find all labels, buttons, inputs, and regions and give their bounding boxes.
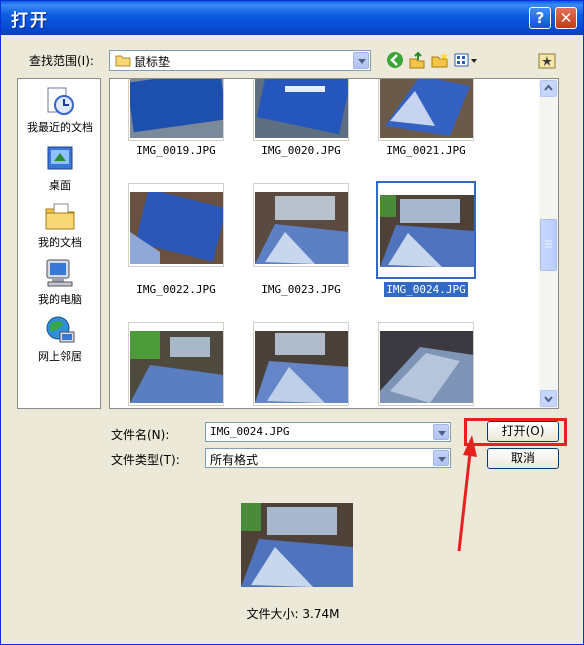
view-menu-icon[interactable] (454, 51, 480, 69)
filetype-combo[interactable]: 所有格式 (205, 448, 451, 468)
up-folder-icon[interactable] (408, 51, 426, 69)
vertical-scrollbar[interactable] (539, 79, 558, 408)
look-in-label: 查找范围(I): (29, 54, 94, 68)
new-folder-icon[interactable] (431, 51, 449, 69)
file-thumbnail[interactable] (253, 79, 349, 141)
folder-icon (115, 55, 131, 67)
network-places-icon (46, 316, 75, 343)
file-name[interactable]: IMG_0019.JPG (114, 144, 238, 157)
place-desktop[interactable]: 桌面 (18, 143, 102, 193)
file-name[interactable]: IMG_0020.JPG (239, 144, 363, 157)
file-thumbnail-selected[interactable] (376, 181, 476, 279)
look-in-value: 鼠标垫 (134, 55, 171, 69)
file-list-view[interactable]: IMG_0019.JPG IMG_0020.JPG IMG_0021.JPG I… (109, 78, 559, 409)
filename-combo[interactable]: IMG_0024.JPG (205, 422, 451, 442)
close-button[interactable]: ✕ (555, 7, 577, 29)
file-thumbnail[interactable] (378, 322, 474, 406)
place-label: 我的电脑 (38, 293, 82, 306)
my-computer-icon (46, 259, 73, 287)
look-in-combo[interactable]: 鼠标垫 (109, 50, 371, 71)
place-label: 我最近的文档 (27, 121, 93, 134)
file-thumbnail[interactable] (128, 79, 224, 141)
place-label: 我的文档 (38, 236, 82, 249)
scrollbar-thumb[interactable] (540, 219, 557, 271)
place-network-places[interactable]: 网上邻居 (18, 314, 102, 364)
file-thumbnail[interactable] (253, 183, 349, 267)
file-thumbnail[interactable] (378, 79, 474, 141)
file-name-selected[interactable]: IMG_0024.JPG (364, 282, 488, 297)
file-thumbnail[interactable] (253, 322, 349, 406)
scroll-up-button[interactable] (540, 80, 557, 97)
file-thumbnail[interactable] (128, 183, 224, 267)
place-my-documents[interactable]: 我的文档 (18, 200, 102, 250)
back-icon[interactable] (386, 51, 404, 69)
file-thumbnail[interactable] (128, 322, 224, 406)
help-button[interactable]: ? (529, 7, 551, 29)
my-documents-icon (45, 203, 75, 230)
highlight-arrow (457, 435, 477, 552)
place-label: 桌面 (49, 179, 71, 192)
filename-input[interactable]: IMG_0024.JPG (210, 425, 289, 438)
filename-label: 文件名(N): (111, 428, 170, 442)
file-name[interactable]: IMG_0021.JPG (364, 144, 488, 157)
file-size-text: 文件大小: 3.74M (246, 607, 340, 621)
place-label: 网上邻居 (38, 350, 82, 363)
title-bar[interactable]: 打开 ? ✕ (1, 1, 583, 35)
window-title: 打开 (11, 11, 49, 31)
file-name[interactable]: IMG_0022.JPG (114, 283, 238, 296)
file-name[interactable]: IMG_0023.JPG (239, 283, 363, 296)
filetype-label: 文件类型(T): (111, 453, 180, 467)
place-recent-documents[interactable]: 我最近的文档 (18, 85, 102, 135)
scroll-down-button[interactable] (540, 390, 557, 407)
filetype-value: 所有格式 (210, 453, 259, 467)
place-my-computer[interactable]: 我的电脑 (18, 257, 102, 307)
chevron-down-icon[interactable] (353, 52, 369, 69)
image-preview (241, 503, 353, 587)
cancel-button[interactable]: 取消 (487, 448, 559, 469)
desktop-shortcut-icon[interactable] (538, 52, 556, 70)
places-bar: 我最近的文档 桌面 我的文档 我的电脑 网上邻居 (17, 78, 101, 409)
recent-documents-icon (47, 87, 74, 115)
desktop-icon (47, 146, 73, 170)
open-file-dialog: 打开 ? ✕ 查找范围(I): 鼠标垫 我最近的文档 桌面 我的文档 我的电脑 … (0, 0, 584, 645)
